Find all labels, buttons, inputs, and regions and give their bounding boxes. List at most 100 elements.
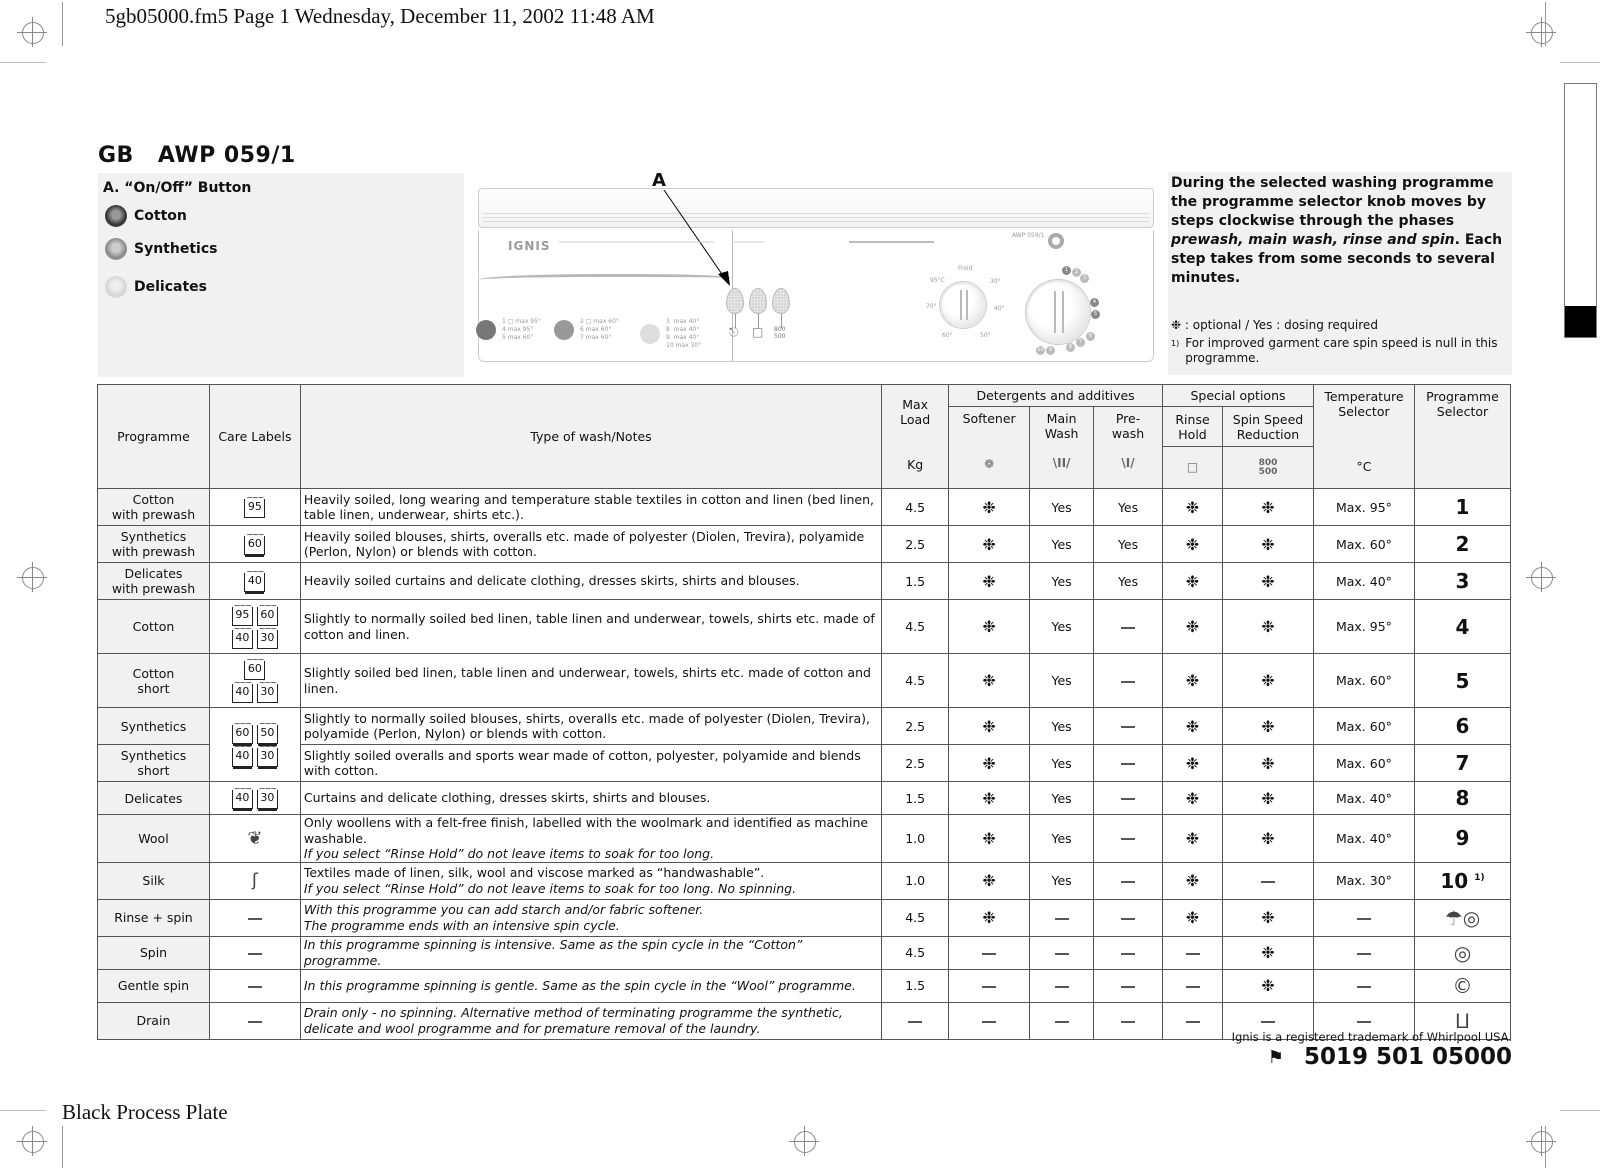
- color-bar: [1564, 83, 1597, 338]
- crop-mark: [1560, 62, 1600, 63]
- care-labels: [208, 1001, 301, 1040]
- optional-icon: ❉: [982, 571, 996, 591]
- softener-value: ❉: [948, 781, 1031, 815]
- registration-mark: [1526, 1126, 1556, 1156]
- none-dash: [1121, 985, 1136, 988]
- region-code: GB: [98, 143, 134, 168]
- silk-icon: ʃ: [251, 870, 258, 891]
- table-row: Delicates4030Curtains and delicate cloth…: [97, 781, 1512, 815]
- max-load: 2.5: [881, 525, 950, 563]
- programme-selector-position: ☂◎: [1413, 898, 1512, 937]
- wash-notes: Curtains and delicate clothing, dresses …: [299, 781, 883, 815]
- rinse-hold-value: ❉: [1162, 781, 1223, 815]
- prewash-value: Yes: [1093, 525, 1164, 563]
- main-wash-value: Yes: [1029, 599, 1095, 654]
- none-dash: [1054, 985, 1069, 988]
- programme-table: Programme Care Labels Type of wash/Notes…: [97, 384, 1512, 1040]
- optional-icon: ❉: [982, 908, 996, 927]
- care-labels: ❦: [208, 814, 301, 863]
- color-bar-fill: [1565, 306, 1596, 337]
- none-dash: [1121, 726, 1136, 728]
- info-box: During the selected washing programme th…: [1168, 172, 1512, 375]
- none-dash: [1121, 917, 1136, 920]
- rinse-hold-value: ❉: [1162, 861, 1223, 900]
- none-dash: [1356, 985, 1371, 988]
- care-labels: ʃ: [208, 861, 301, 900]
- wash-temperature-icon: 30: [256, 675, 278, 703]
- prewash-value: [1093, 781, 1164, 815]
- rinse-hold-value: ❉: [1162, 814, 1223, 863]
- legend-label: Synthetics: [134, 241, 218, 257]
- rinse-hold-value: ❉: [1162, 744, 1223, 782]
- optional-icon: ❉: [1185, 497, 1200, 517]
- col-main-wash: Main Wash \II/: [1029, 406, 1095, 489]
- none-dash: [1185, 985, 1200, 988]
- optional-icon: ❉: [1261, 943, 1275, 962]
- woolmark-icon: ❦: [247, 827, 263, 849]
- table-row: Gentle spin In this programme spinning is…: [97, 968, 1512, 1003]
- optional-icon: ❉: [1185, 871, 1200, 890]
- programme-selector-position: ◎: [1413, 935, 1512, 970]
- col-temperature: Temperature Selector °C: [1312, 384, 1415, 489]
- cotton-icon: [476, 320, 496, 340]
- wash-notes: Textiles made of linen, silk, wool and v…: [299, 861, 883, 900]
- prewash-value: [1093, 814, 1164, 863]
- softener-value: ❉: [948, 707, 1031, 745]
- col-rinse-hold: Rinse Hold: [1162, 406, 1223, 447]
- wash-notes: With this programme you can add starch a…: [299, 898, 883, 937]
- temperature-value: [1312, 935, 1415, 970]
- crop-mark: [62, 1126, 63, 1168]
- programme-name: Spin: [97, 935, 210, 970]
- col-notes: Type of wash/Notes: [299, 384, 883, 489]
- synthetics-icon: [554, 320, 574, 340]
- programme-name: Wool: [97, 814, 210, 863]
- spin-reduction-value: ❉: [1222, 599, 1314, 654]
- group-special-options: Special options: [1162, 384, 1314, 407]
- softener-icon: ❁: [984, 457, 995, 471]
- col-max-load: Max Load Kg: [881, 384, 950, 489]
- table-row: Spin In this programme spinning is intens…: [97, 935, 1512, 970]
- rinse-hold-value: ❉: [1162, 525, 1223, 563]
- care-labels: 95604030: [208, 598, 301, 654]
- programme-name: Cotton short: [97, 653, 210, 708]
- optional-icon: ❉: [982, 788, 996, 808]
- care-labels: 40: [208, 562, 301, 600]
- care-labels: 95: [208, 488, 301, 526]
- crop-mark: [1545, 2, 1546, 46]
- rinse-hold-value: [1162, 1001, 1223, 1040]
- optional-icon: ❉: [1185, 534, 1200, 554]
- programme-name: Rinse + spin: [97, 898, 210, 937]
- programme-selector-position: ©: [1413, 968, 1512, 1003]
- programme-selector-position: 9: [1413, 814, 1512, 863]
- prewash-icon: \I/: [1121, 456, 1135, 470]
- temperature-value: Max. 60°: [1312, 653, 1415, 708]
- gentle-spin-icon: ©: [1452, 973, 1473, 998]
- wash-temperature-icon: 40: [231, 739, 253, 767]
- softener-value: [948, 1001, 1031, 1040]
- legend-item-cotton: Cotton: [105, 205, 187, 227]
- legend-label: Delicates: [134, 279, 207, 295]
- rinse-hold-button: [749, 288, 767, 314]
- optional-icon: ❉: [1261, 753, 1275, 773]
- optional-icon: ❉: [1261, 571, 1275, 591]
- rinse-hold-icon: □: [752, 325, 764, 339]
- main-wash-value: [1029, 898, 1095, 937]
- optional-icon: ❉: [1261, 788, 1275, 808]
- programme-selector-position: 4: [1413, 599, 1512, 654]
- wash-temperature-icon: 60: [244, 527, 266, 555]
- button-legend: A. “On/Off” Button Cotton Synthetics Del…: [98, 173, 464, 377]
- softener-value: [948, 935, 1031, 970]
- whirlpool-logo-icon: ⚑: [1267, 1046, 1284, 1068]
- programme-selector-position: 8: [1413, 781, 1512, 815]
- programme-knob: [1026, 280, 1090, 344]
- wash-notes: Slightly soiled overalls and sports wear…: [299, 744, 883, 782]
- spin-reduction-value: ❉: [1222, 488, 1314, 526]
- spin-reduction-value: ❉: [1222, 653, 1314, 708]
- programme-name: Cotton: [97, 599, 210, 654]
- delicates-icon: [105, 276, 127, 298]
- programme-selector-position: 1: [1413, 488, 1512, 526]
- main-wash-value: Yes: [1029, 707, 1095, 745]
- max-load: 4.5: [881, 898, 950, 937]
- prewash-value: [1093, 599, 1164, 654]
- prewash-value: Yes: [1093, 488, 1164, 526]
